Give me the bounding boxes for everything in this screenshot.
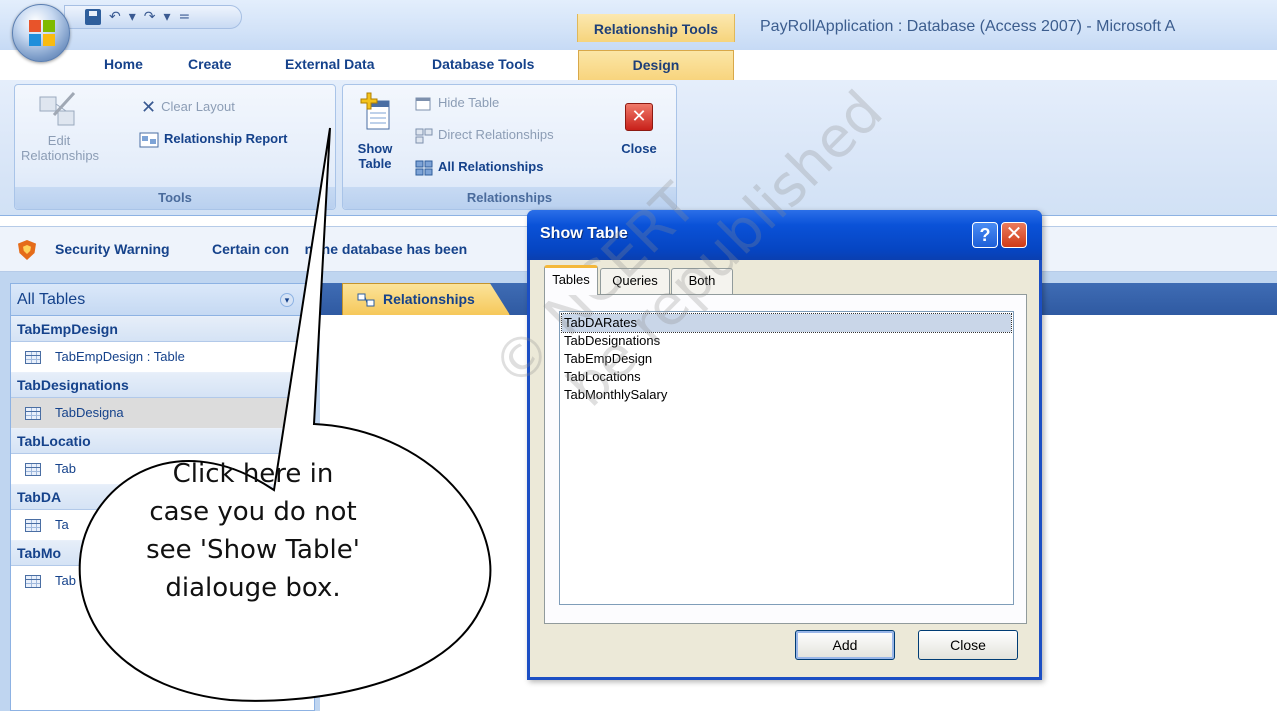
nav-item-label: Tab <box>55 573 76 588</box>
nav-item-tabdesignations[interactable]: TabDesigna <box>11 398 314 428</box>
dialog-tab-queries[interactable]: Queries <box>600 268 670 294</box>
security-warning-message: Certain con n the database has been <box>212 241 468 257</box>
redo-dropdown-icon[interactable]: ▾ <box>164 10 171 24</box>
close-label: Close <box>621 141 657 156</box>
nav-item-tabempdesign[interactable]: TabEmpDesign : Table <box>11 342 314 372</box>
save-icon[interactable] <box>85 9 101 25</box>
clear-layout-label: Clear Layout <box>161 98 235 114</box>
close-relationships-button[interactable]: ✕ Close <box>617 103 661 156</box>
nav-pane-header[interactable]: All Tables ▾ <box>11 284 314 316</box>
close-icon[interactable]: ✕ <box>1001 222 1027 248</box>
table-icon <box>25 519 41 533</box>
edit-relationships-label-2: Relationships <box>21 148 100 163</box>
clear-layout-icon: ✕ <box>141 97 157 117</box>
relationships-icon <box>357 293 375 307</box>
clear-layout-button[interactable]: ✕ Clear Layout <box>141 97 235 118</box>
security-warning-label: Security Warning <box>55 241 170 257</box>
relationship-report-icon <box>139 132 159 148</box>
list-item[interactable]: TabDesignations <box>562 332 1011 350</box>
customize-toolbar-icon[interactable]: = <box>179 10 191 24</box>
close-button[interactable]: Close <box>918 630 1018 660</box>
nav-item-label: Ta <box>55 517 69 532</box>
nav-item-label: TabDesigna <box>55 405 124 420</box>
relationships-group: Show Table Hide Table Direct Relationshi… <box>342 84 677 210</box>
window-title: PayRollApplication : Database (Access 20… <box>760 18 1176 35</box>
shield-icon <box>18 240 36 260</box>
all-relationships-label: All Relationships <box>438 159 544 174</box>
all-relationships-button[interactable]: All Relationships <box>415 159 543 176</box>
nav-item-label: TabEmpDesign : Table <box>55 349 185 364</box>
hide-table-icon <box>415 97 431 111</box>
redo-icon[interactable]: ↷ <box>144 10 156 24</box>
tab-create[interactable]: Create <box>188 50 232 80</box>
help-icon[interactable]: ? <box>972 222 998 248</box>
add-button[interactable]: Add <box>795 630 895 660</box>
callout-text: Click here in case you do not see 'Show … <box>118 455 388 607</box>
edit-relationships-button[interactable]: Edit Relationships <box>21 89 100 163</box>
tab-external-data[interactable]: External Data <box>285 50 374 80</box>
chevron-down-icon[interactable]: ▾ <box>280 293 294 307</box>
quick-access-toolbar: ↶ ▾ ↷ ▾ = <box>64 5 242 29</box>
list-item[interactable]: TabDARates <box>561 313 1012 333</box>
show-table-label-1: Show <box>357 141 393 156</box>
direct-relationships-icon <box>415 128 433 144</box>
show-table-button[interactable]: Show Table <box>353 91 397 171</box>
relationship-report-button[interactable]: Relationship Report <box>139 131 288 148</box>
table-icon <box>25 351 41 365</box>
hide-table-button[interactable]: Hide Table <box>415 95 499 112</box>
tools-group: Edit Relationships ✕ Clear Layout Relatio… <box>14 84 336 210</box>
edit-relationships-label-1: Edit <box>47 133 71 148</box>
tab-relationships[interactable]: Relationships <box>342 283 510 315</box>
hide-table-label: Hide Table <box>438 95 500 110</box>
table-icon <box>25 575 41 589</box>
undo-dropdown-icon[interactable]: ▾ <box>129 10 136 24</box>
list-item[interactable]: TabEmpDesign <box>562 350 1011 368</box>
ribbon: Edit Relationships ✕ Clear Layout Relatio… <box>0 80 1277 216</box>
relationship-tools-header: Relationship Tools <box>577 14 735 42</box>
relationship-report-label: Relationship Report <box>164 131 288 146</box>
show-table-label-2: Table <box>358 156 392 171</box>
tab-relationships-label: Relationships <box>383 291 475 307</box>
nav-group-tablocations[interactable]: TabLocatio <box>11 428 314 454</box>
list-item[interactable]: TabMonthlySalary <box>562 386 1011 404</box>
direct-relationships-button[interactable]: Direct Relationships <box>415 127 554 144</box>
dialog-title-bar[interactable]: Show Table ? ✕ <box>527 210 1042 260</box>
dialog-tab-both[interactable]: Both <box>671 268 733 294</box>
relationships-group-label: Relationships <box>343 187 676 209</box>
title-bar: ↶ ▾ ↷ ▾ = Relationship Tools PayRollAppl… <box>0 0 1277 50</box>
callout-line-3: see 'Show Table' <box>146 535 360 565</box>
callout-line-2: case you do not <box>149 497 357 527</box>
all-relationships-icon <box>415 160 433 176</box>
nav-group-tabempdesign[interactable]: TabEmpDesign <box>11 316 314 342</box>
show-table-icon <box>360 92 390 130</box>
nav-group-tabdesignations[interactable]: TabDesignations <box>11 372 314 398</box>
tools-group-label: Tools <box>15 187 335 209</box>
tab-design[interactable]: Design <box>578 50 734 82</box>
office-button[interactable] <box>12 4 70 62</box>
tab-database-tools[interactable]: Database Tools <box>432 50 534 80</box>
callout-line-4: dialouge box. <box>165 573 341 603</box>
show-table-dialog: Show Table ? ✕ Tables Queries Both TabDA… <box>527 210 1042 680</box>
list-item[interactable]: TabLocations <box>562 368 1011 386</box>
nav-pane-title: All Tables <box>17 291 86 308</box>
callout-line-1: Click here in <box>172 459 334 489</box>
direct-relationships-label: Direct Relationships <box>438 127 554 142</box>
dialog-tab-panel: TabDARates TabDesignations TabEmpDesign … <box>544 294 1027 624</box>
close-red-icon: ✕ <box>625 103 653 131</box>
table-icon <box>25 407 41 421</box>
table-list[interactable]: TabDARates TabDesignations TabEmpDesign … <box>559 311 1014 605</box>
dialog-title: Show Table <box>540 225 628 242</box>
office-logo-icon <box>29 20 55 46</box>
undo-icon[interactable]: ↶ <box>109 10 121 24</box>
dialog-tab-tables[interactable]: Tables <box>544 265 598 295</box>
table-icon <box>25 463 41 477</box>
tab-home[interactable]: Home <box>104 50 143 80</box>
nav-item-label: Tab <box>55 461 76 476</box>
edit-relationships-icon <box>39 91 76 126</box>
